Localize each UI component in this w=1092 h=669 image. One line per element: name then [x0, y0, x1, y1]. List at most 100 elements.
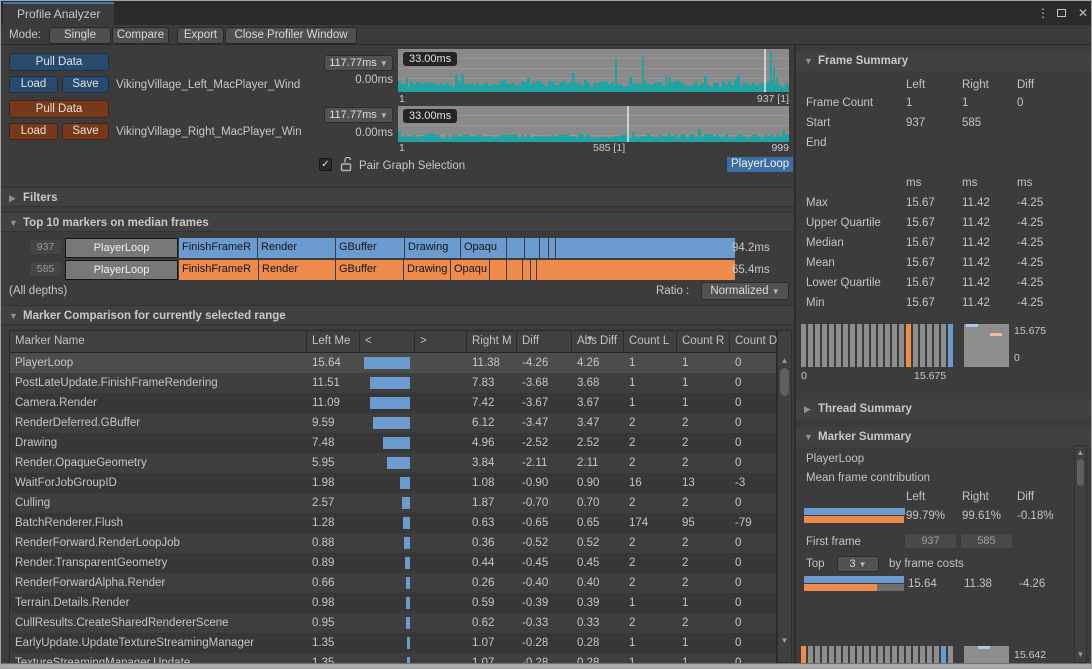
table-row[interactable]: Camera.Render11.097.42-3.673.67110 [10, 393, 777, 413]
cell-diff-bar [404, 537, 410, 549]
top10-segment[interactable]: Drawing [404, 260, 450, 280]
top10-segment[interactable]: Drawing [405, 238, 460, 258]
filters-section-header[interactable]: ▶ Filters [1, 187, 796, 207]
top10-segment[interactable]: FinishFrameR [179, 260, 258, 280]
ratio-dropdown[interactable]: Normalized ▼ [701, 282, 789, 300]
frame-summary-header[interactable]: ▼ Frame Summary [796, 51, 1092, 71]
top10-segment[interactable] [540, 238, 548, 258]
first-frame-left-button[interactable]: 937 [904, 533, 957, 549]
first-frame-right-button[interactable]: 585 [960, 533, 1013, 549]
save-left-button[interactable]: Save [62, 76, 109, 93]
top10-segment[interactable]: GBuffer [336, 260, 403, 280]
column-header-right-m[interactable]: Right M [467, 331, 517, 352]
top10-segment-selected[interactable]: PlayerLoop [65, 238, 178, 258]
top10-segment[interactable] [525, 238, 539, 258]
frame-summary-histogram[interactable] [801, 324, 961, 367]
table-row[interactable]: PostLateUpdate.FinishFrameRendering11.51… [10, 373, 777, 393]
top10-segment[interactable] [556, 238, 735, 258]
table-scrollbar[interactable]: ▲ ▼ [777, 330, 792, 663]
table-row[interactable]: Render.OpaqueGeometry5.953.84-2.112.1122… [10, 453, 777, 473]
top10-segment[interactable]: GBuffer [336, 238, 404, 258]
cell-count-right: 2 [677, 573, 728, 593]
table-row[interactable]: Drawing7.484.96-2.522.52220 [10, 433, 777, 453]
table-row[interactable]: EarlyUpdate.UpdateTextureStreamingManage… [10, 633, 777, 653]
top10-segment[interactable]: FinishFrameR [179, 238, 257, 258]
marker-summary-boxplot[interactable] [964, 646, 1009, 663]
right-panel-scrollbar-thumb[interactable] [1077, 459, 1084, 486]
column-header--[interactable]: < [360, 331, 415, 352]
frame-summary-boxplot[interactable] [964, 324, 1009, 367]
column-header-count-l[interactable]: Count L [624, 331, 677, 352]
table-row[interactable]: Render.TransparentGeometry0.890.44-0.450… [10, 553, 777, 573]
table-row[interactable]: WaitForJobGroupID1.981.08-0.900.901613-3 [10, 473, 777, 493]
unlock-icon[interactable] [339, 157, 353, 172]
frame-graph-right[interactable]: 33.00ms [398, 106, 789, 142]
scroll-down-icon[interactable]: ▼ [1075, 650, 1086, 660]
close-profiler-window-button[interactable]: Close Profiler Window [225, 27, 357, 44]
top10-segment-selected[interactable]: PlayerLoop [65, 260, 178, 280]
load-left-button[interactable]: Load [9, 76, 58, 93]
top10-segment[interactable] [531, 260, 536, 280]
pull-data-right-button[interactable]: Pull Data [9, 100, 109, 118]
marker-summary-histogram[interactable] [801, 646, 961, 663]
top10-section-header[interactable]: ▼ Top 10 markers on median frames [1, 212, 796, 232]
save-right-button[interactable]: Save [62, 123, 109, 140]
selected-marker-chip[interactable]: PlayerLoop [727, 157, 793, 172]
top10-segment[interactable] [490, 260, 506, 280]
column-header-count-d[interactable]: Count D [730, 331, 778, 352]
right-panel-scrollbar[interactable]: ▲ ▼ [1074, 445, 1087, 663]
top10-segment[interactable]: Opaqu [451, 260, 489, 280]
scroll-up-icon[interactable]: ▲ [778, 356, 791, 366]
top10-segment[interactable]: Render [259, 260, 335, 280]
column-header-diff[interactable]: Diff [517, 331, 572, 352]
pair-graph-checkbox[interactable]: ✓ [319, 158, 332, 171]
column-header--[interactable]: > [415, 331, 467, 352]
top-count-dropdown[interactable]: 3 ▼ [837, 556, 879, 572]
top10-marker-bar[interactable]: PlayerLoopFinishFrameRRenderGBufferDrawi… [65, 238, 728, 258]
table-row[interactable]: Culling2.571.87-0.700.70220 [10, 493, 777, 513]
tab-profile-analyzer[interactable]: Profile Analyzer [3, 2, 114, 25]
frame-summary-col-value: Right [962, 76, 989, 94]
column-header-left-me[interactable]: Left Me [307, 331, 360, 352]
comparison-section-header[interactable]: ▼ Marker Comparison for currently select… [1, 305, 796, 325]
frame-summary-info-label: Frame Count [806, 94, 873, 112]
table-row[interactable]: RenderDeferred.GBuffer9.596.12-3.473.472… [10, 413, 777, 433]
table-scrollbar-thumb[interactable] [780, 368, 789, 396]
table-row[interactable]: CullResults.CreateSharedRendererScene0.9… [10, 613, 777, 633]
top10-marker-bar[interactable]: PlayerLoopFinishFrameRRenderGBufferDrawi… [65, 260, 728, 280]
top10-segment[interactable] [549, 238, 555, 258]
cell-abs-diff: 0.70 [572, 493, 622, 513]
mode-single-button[interactable]: Single [49, 27, 111, 44]
table-row[interactable]: TextureStreamingManager.Update1.351.07-0… [10, 653, 777, 663]
export-button[interactable]: Export [177, 27, 224, 44]
table-row[interactable]: Terrain.Details.Render0.980.59-0.390.391… [10, 593, 777, 613]
thread-summary-header[interactable]: ▶ Thread Summary [796, 399, 1092, 419]
pull-data-left-button[interactable]: Pull Data [9, 53, 109, 71]
range-dropdown-right[interactable]: 117.77ms ▼ [324, 107, 393, 123]
mode-compare-button[interactable]: Compare [112, 27, 169, 44]
top10-segment[interactable] [507, 238, 524, 258]
table-row[interactable]: RenderForward.RenderLoopJob0.880.36-0.52… [10, 533, 777, 553]
frame-graph-left[interactable]: 33.00ms [398, 49, 789, 92]
top10-segment[interactable]: Opaqu [461, 238, 506, 258]
comparison-table-header[interactable]: Marker NameLeft Me<>Right MDiffAbs Diff▼… [9, 330, 777, 353]
kebab-menu-icon[interactable]: ⋮ [1035, 6, 1051, 20]
column-header-marker-name[interactable]: Marker Name [10, 331, 307, 352]
scroll-down-icon[interactable]: ▼ [778, 636, 791, 646]
column-header-abs-diff[interactable]: Abs Diff▼ [572, 331, 624, 352]
scroll-up-icon[interactable]: ▲ [1075, 448, 1086, 458]
table-row[interactable]: PlayerLoop15.6411.38-4.264.26110 [10, 353, 777, 373]
top10-segment[interactable]: Render [258, 238, 335, 258]
load-right-button[interactable]: Load [9, 123, 58, 140]
table-row[interactable]: BatchRenderer.Flush1.280.63-0.650.651749… [10, 513, 777, 533]
top10-segment[interactable] [537, 260, 735, 280]
window-bottom-edge[interactable] [1, 663, 1091, 669]
top10-segment[interactable] [523, 260, 530, 280]
table-row[interactable]: RenderForwardAlpha.Render0.660.26-0.400.… [10, 573, 777, 593]
range-dropdown-left[interactable]: 117.77ms ▼ [324, 55, 393, 71]
top10-segment[interactable] [507, 260, 522, 280]
maximize-icon[interactable] [1057, 9, 1066, 17]
column-header-count-r[interactable]: Count R [677, 331, 730, 352]
marker-summary-header[interactable]: ▼ Marker Summary [796, 427, 1092, 447]
close-icon[interactable]: ✕ [1075, 6, 1091, 20]
